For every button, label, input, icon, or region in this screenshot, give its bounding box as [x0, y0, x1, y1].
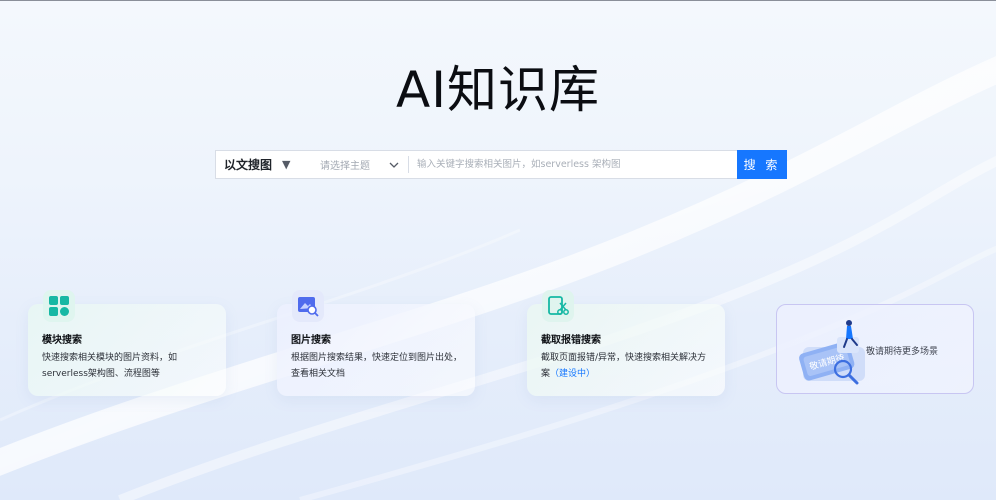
- more-scenarios-card: 敬请期待 敬请期待更多场景: [776, 304, 974, 394]
- topic-select[interactable]: 请选择主题: [308, 151, 408, 178]
- search-button[interactable]: 搜 索: [737, 150, 787, 179]
- top-border: [0, 0, 996, 1]
- card-description: 快速搜索相关模块的图片资料，如serverless架构图、流程图等: [42, 353, 178, 379]
- card-description: 截取页面报错/异常，快速搜索相关解决方案（建设中）: [541, 350, 713, 382]
- search-mode-label: 以文搜图: [224, 158, 273, 172]
- image-search-icon: [292, 290, 324, 322]
- status-tag: （建设中）: [550, 369, 596, 379]
- card-error-screenshot-search[interactable]: 截取报错搜索 截取页面报错/异常，快速搜索相关解决方案（建设中）: [527, 290, 725, 396]
- caret-down-icon: ▼: [282, 158, 291, 171]
- chevron-down-icon: [389, 162, 399, 168]
- keyword-input[interactable]: [409, 151, 737, 178]
- search-bar: 以文搜图 ▼ 请选择主题 搜 索: [215, 150, 787, 179]
- more-scenarios-text: 敬请期待更多场景: [866, 347, 939, 357]
- page-title: AI知识库: [396, 61, 600, 119]
- topic-placeholder: 请选择主题: [320, 161, 370, 172]
- card-title: 截取报错搜索: [541, 335, 601, 346]
- search-mode-select[interactable]: 以文搜图 ▼: [216, 151, 308, 178]
- card-title: 图片搜索: [291, 335, 331, 346]
- screenshot-cut-icon: [542, 290, 574, 322]
- card-image-search[interactable]: 图片搜索 根据图片搜索结果，快速定位到图片出处，查看相关文档: [277, 290, 475, 396]
- card-title: 模块搜索: [42, 335, 82, 346]
- card-module-search[interactable]: 模块搜索 快速搜索相关模块的图片资料，如serverless架构图、流程图等: [28, 290, 226, 396]
- card-description: 根据图片搜索结果，快速定位到图片出处，查看相关文档: [291, 353, 463, 379]
- grid-modules-icon: [43, 290, 75, 322]
